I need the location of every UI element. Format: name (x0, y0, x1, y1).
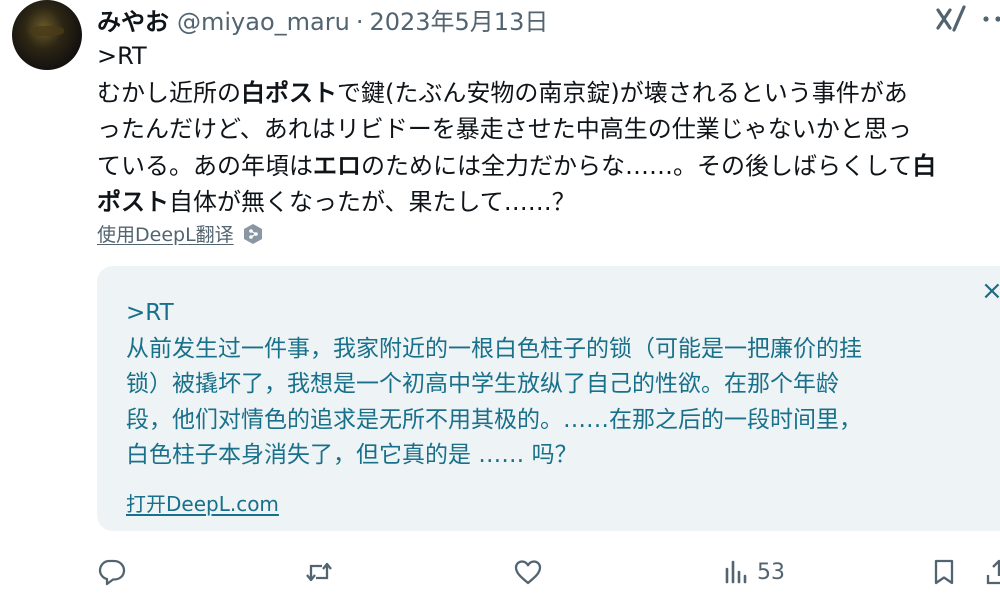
translate-link-label[interactable]: 使用DeepL翻译 (97, 220, 234, 247)
views-icon (725, 560, 747, 584)
views-button[interactable]: 53 (721, 550, 785, 594)
translate-link[interactable]: 使用DeepL翻译 (97, 220, 264, 247)
tweet-text-line: むかし近所の白ポストで鍵(たぶん安物の南京錠)が壊されるという事件があ (97, 75, 1000, 112)
tweet-text-line: ている。あの年頃はエロのためには全力だからな……。その後しばらくして白 (97, 148, 1000, 185)
user-handle[interactable]: @miyao_maru (177, 8, 350, 36)
post-date[interactable]: 2023年5月13日 (369, 2, 548, 37)
avatar[interactable] (12, 0, 82, 70)
tweet-text-line: ポスト自体が無くなったが、果たして……？ (97, 184, 1000, 221)
deepl-icon (242, 223, 264, 245)
translation-line: 白色柱子本身消失了，但它真的是 …… 吗？ (126, 442, 578, 468)
tweet-text-segment: のためには全力だからな……。その後しばらくして (361, 151, 913, 180)
tweet-text-segment: >RT (97, 42, 147, 70)
translation-line: 锁）被撬坏了，我想是一个初高中学生放纵了自己的性欲。在那个年龄 (126, 371, 839, 397)
more-options-icon[interactable] (978, 4, 1000, 34)
translation-line: >RT (126, 300, 174, 326)
like-icon (514, 560, 542, 585)
tweet-text-line: ったんだけど、あれはリビドーを暴走させた中高生の仕業じゃないかと思っ (97, 111, 1000, 148)
action-bar: 53 (0, 550, 1000, 594)
grok-icon[interactable] (934, 4, 968, 34)
translation-panel: × >RT 从前发生过一件事，我家附近的一根白色柱子的锁（可能是一把廉价的挂 锁）被… (97, 266, 1000, 531)
bookmark-button[interactable] (929, 550, 959, 594)
share-icon (986, 559, 1000, 585)
tweet-text-segment: 自体が無くなったが、果たして……？ (169, 188, 576, 216)
translation-line: 从前发生过一件事，我家附近的一根白色柱子的锁（可能是一把廉价的挂 (126, 335, 862, 362)
retweet-button[interactable] (304, 550, 334, 594)
tweet-header: みやお @miyao_maru · 2023年5月13日 (97, 2, 548, 36)
tweet-text-line: >RT (97, 38, 1000, 75)
tweet-text-segment: ったんだけど、あれはリビドーを暴走させた中高生の仕業じゃないかと思っ (97, 115, 912, 143)
tweet-text-bold: 白ポスト (241, 78, 337, 107)
bookmark-icon (934, 559, 954, 585)
translation-text: >RT 从前发生过一件事，我家附近的一根白色柱子的锁（可能是一把廉价的挂 锁）被撬坏… (126, 296, 996, 474)
display-name[interactable]: みやお (97, 2, 169, 37)
tweet-text: >RT むかし近所の白ポストで鍵(たぶん安物の南京錠)が壊されるという事件があ った… (97, 38, 1000, 221)
views-count: 53 (757, 559, 785, 585)
tweet-text-bold: エロ (313, 151, 361, 180)
tweet-text-bold: 白 (912, 151, 937, 180)
open-deepl-link[interactable]: 打开DeepL.com (126, 488, 279, 517)
reply-button[interactable] (97, 550, 127, 594)
reply-icon (98, 559, 126, 586)
retweet-icon (306, 562, 332, 582)
separator-dot: · (355, 8, 364, 36)
like-button[interactable] (513, 550, 543, 594)
tweet-text-bold: ポスト (97, 188, 169, 216)
translation-line: 段，他们对情色的追求是无所不用其极的。……在那之后的一段时间里， (126, 406, 862, 433)
tweet-text-segment: ている。あの年頃は (97, 151, 313, 180)
tweet-text-segment: で鍵(たぶん安物の南京錠)が壊されるという事件があ (337, 78, 908, 107)
tweet-text-segment: むかし近所の (97, 78, 241, 107)
share-button[interactable] (984, 550, 1000, 594)
